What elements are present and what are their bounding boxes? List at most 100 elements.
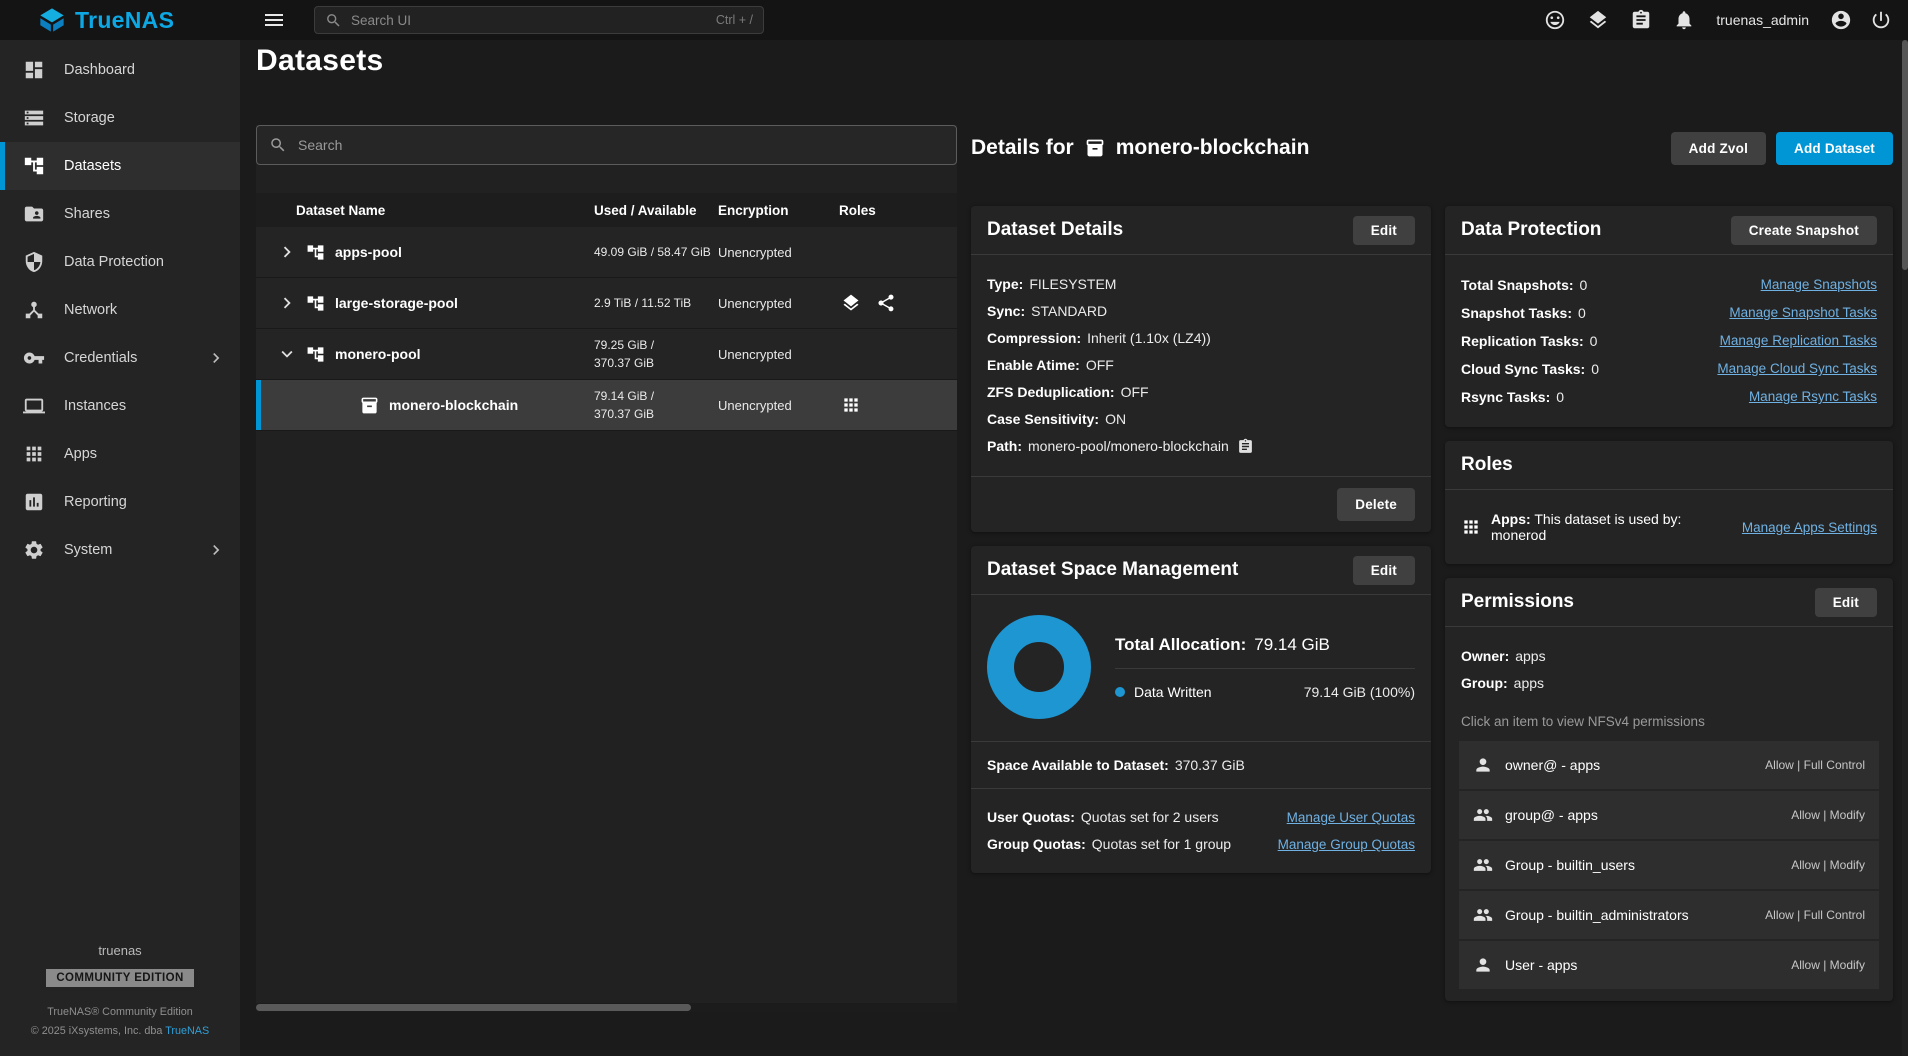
sidebar-item-label: Instances xyxy=(64,398,126,414)
manage-replication-tasks-link[interactable]: Manage Replication Tasks xyxy=(1720,327,1877,355)
add-zvol-button[interactable]: Add Zvol xyxy=(1671,132,1766,165)
manage-group-quotas-link[interactable]: Manage Group Quotas xyxy=(1278,831,1415,858)
dataset-details-edit-button[interactable]: Edit xyxy=(1353,216,1415,245)
truenas-logo-text[interactable]: TrueNAS xyxy=(75,7,174,34)
manage-apps-settings-link[interactable]: Manage Apps Settings xyxy=(1742,520,1877,535)
vertical-scrollbar-thumb[interactable] xyxy=(1902,40,1908,270)
sidebar-item-label: Data Protection xyxy=(64,254,164,270)
encryption-value: Unencrypted xyxy=(718,296,839,311)
dataset-search-input[interactable] xyxy=(298,137,944,153)
delete-dataset-button[interactable]: Delete xyxy=(1337,488,1415,521)
roles-icons xyxy=(839,293,957,313)
sidebar-item-label: Network xyxy=(64,302,117,318)
manage-user-quotas-link[interactable]: Manage User Quotas xyxy=(1287,804,1415,831)
permission-item-group-apps[interactable]: group@ - apps Allow | Modify xyxy=(1459,791,1879,841)
menu-toggle-button[interactable] xyxy=(262,8,286,32)
permission-item-user-apps[interactable]: User - apps Allow | Modify xyxy=(1459,941,1879,991)
clipboard-icon[interactable] xyxy=(1630,9,1652,31)
manage-snapshots-link[interactable]: Manage Snapshots xyxy=(1761,271,1877,299)
roles-title: Roles xyxy=(1461,454,1513,476)
permissions-title: Permissions xyxy=(1461,591,1574,613)
manage-cloud-sync-tasks-link[interactable]: Manage Cloud Sync Tasks xyxy=(1717,355,1877,383)
sidebar-item-apps[interactable]: Apps xyxy=(0,430,240,478)
sidebar-item-network[interactable]: Network xyxy=(0,286,240,334)
datasets-icon xyxy=(23,155,45,177)
copy-path-icon[interactable] xyxy=(1237,438,1254,455)
global-search[interactable]: Ctrl + / xyxy=(314,6,764,34)
permissions-edit-button[interactable]: Edit xyxy=(1815,588,1877,617)
topbar-actions: truenas_admin xyxy=(1544,9,1908,31)
sidebar-nav: Dashboard Storage Datasets Shares Data P… xyxy=(0,40,240,574)
permission-item-group-builtin-users[interactable]: Group - builtin_users Allow | Modify xyxy=(1459,841,1879,891)
main-content: Datasets Dataset Name Used / Available E… xyxy=(240,44,1908,1012)
manage-rsync-tasks-link[interactable]: Manage Rsync Tasks xyxy=(1749,383,1877,411)
sidebar-item-storage[interactable]: Storage xyxy=(0,94,240,142)
create-snapshot-button[interactable]: Create Snapshot xyxy=(1731,216,1877,245)
used-available-value: 49.09 GiB / 58.47 GiB xyxy=(594,243,718,261)
truenas-footer-link[interactable]: TrueNAS xyxy=(165,1025,209,1037)
permission-level-label: Allow | Full Control xyxy=(1765,908,1865,922)
expand-toggle-icon[interactable] xyxy=(272,240,302,264)
power-icon[interactable] xyxy=(1870,9,1892,31)
reporting-icon xyxy=(23,491,45,513)
people-icon xyxy=(1473,805,1493,825)
permissions-card: Permissions Edit Owner:apps Group:apps C… xyxy=(1445,578,1893,1001)
add-dataset-button[interactable]: Add Dataset xyxy=(1776,132,1893,165)
total-allocation: Total Allocation:79.14 GiB xyxy=(1115,635,1415,669)
manage-snapshot-tasks-link[interactable]: Manage Snapshot Tasks xyxy=(1729,299,1877,327)
copyright-line: © 2025 iXsystems, Inc. dba TrueNAS xyxy=(10,1022,230,1040)
permission-level-label: Allow | Modify xyxy=(1791,858,1865,872)
apps-icon xyxy=(841,395,861,415)
pool-tree-icon xyxy=(306,243,325,262)
username-label[interactable]: truenas_admin xyxy=(1716,12,1809,28)
sidebar-item-credentials[interactable]: Credentials xyxy=(0,334,240,382)
space-donut-chart xyxy=(987,615,1091,719)
search-icon xyxy=(325,12,342,29)
bell-icon[interactable] xyxy=(1673,9,1695,31)
sidebar-item-instances[interactable]: Instances xyxy=(0,382,240,430)
account-circle-icon[interactable] xyxy=(1830,9,1852,31)
data-protection-card: Data Protection Create Snapshot Total Sn… xyxy=(1445,206,1893,427)
storage-icon xyxy=(23,107,45,129)
sidebar-item-datasets[interactable]: Datasets xyxy=(0,142,240,190)
dataset-row-apps-pool[interactable]: apps-pool 49.09 GiB / 58.47 GiB Unencryp… xyxy=(256,227,957,278)
dp-row-snapshot-tasks: Snapshot Tasks: 0 Manage Snapshot Tasks xyxy=(1461,299,1877,327)
sidebar-item-dashboard[interactable]: Dashboard xyxy=(0,46,240,94)
expand-toggle-icon[interactable] xyxy=(272,291,302,315)
permission-level-label: Allow | Modify xyxy=(1791,958,1865,972)
space-edit-button[interactable]: Edit xyxy=(1353,556,1415,585)
dataset-name-label: monero-blockchain xyxy=(389,397,518,413)
data-protection-title: Data Protection xyxy=(1461,219,1601,241)
dataset-row-monero-blockchain[interactable]: monero-blockchain 79.14 GiB /370.37 GiB … xyxy=(256,380,957,431)
quota-row-group-quotas: Group Quotas: Quotas set for 1 group Man… xyxy=(987,831,1415,858)
topbar: TrueNAS Ctrl + / truenas_admin xyxy=(0,0,1908,40)
col-encryption: Encryption xyxy=(718,203,839,218)
encryption-value: Unencrypted xyxy=(718,245,839,260)
dp-row-cloud-sync-tasks: Cloud Sync Tasks: 0 Manage Cloud Sync Ta… xyxy=(1461,355,1877,383)
encryption-value: Unencrypted xyxy=(718,347,839,362)
collapse-toggle-icon[interactable] xyxy=(272,342,302,366)
dp-row-replication-tasks: Replication Tasks: 0 Manage Replication … xyxy=(1461,327,1877,355)
used-available-value: 79.25 GiB /370.37 GiB xyxy=(594,336,718,372)
global-search-input[interactable] xyxy=(351,13,707,28)
dataset-details-card: Dataset Details Edit Type: FILESYSTEM Sy… xyxy=(971,206,1431,532)
sidebar: Dashboard Storage Datasets Shares Data P… xyxy=(0,40,240,1056)
horizontal-scrollbar-thumb[interactable] xyxy=(256,1004,691,1011)
sidebar-item-data-protection[interactable]: Data Protection xyxy=(0,238,240,286)
dataset-name-label: apps-pool xyxy=(335,244,402,260)
sidebar-item-shares[interactable]: Shares xyxy=(0,190,240,238)
dataset-search[interactable] xyxy=(256,125,957,165)
details-section: Details for monero-blockchain Add Zvol A… xyxy=(971,125,1893,1001)
permission-item-group-builtin-administrators[interactable]: Group - builtin_administrators Allow | F… xyxy=(1459,891,1879,941)
layers-icon[interactable] xyxy=(1587,9,1609,31)
sidebar-item-label: Apps xyxy=(64,446,97,462)
logo[interactable]: TrueNAS xyxy=(0,6,240,34)
permission-item-owner-apps[interactable]: owner@ - apps Allow | Full Control xyxy=(1459,741,1879,791)
mood-icon[interactable] xyxy=(1544,9,1566,31)
dataset-row-large-storage-pool[interactable]: large-storage-pool 2.9 TiB / 11.52 TiB U… xyxy=(256,278,957,329)
sidebar-item-reporting[interactable]: Reporting xyxy=(0,478,240,526)
vertical-scrollbar[interactable] xyxy=(1902,40,1908,1056)
horizontal-scrollbar[interactable] xyxy=(256,1003,957,1012)
sidebar-item-system[interactable]: System xyxy=(0,526,240,574)
dataset-row-monero-pool[interactable]: monero-pool 79.25 GiB /370.37 GiB Unencr… xyxy=(256,329,957,380)
